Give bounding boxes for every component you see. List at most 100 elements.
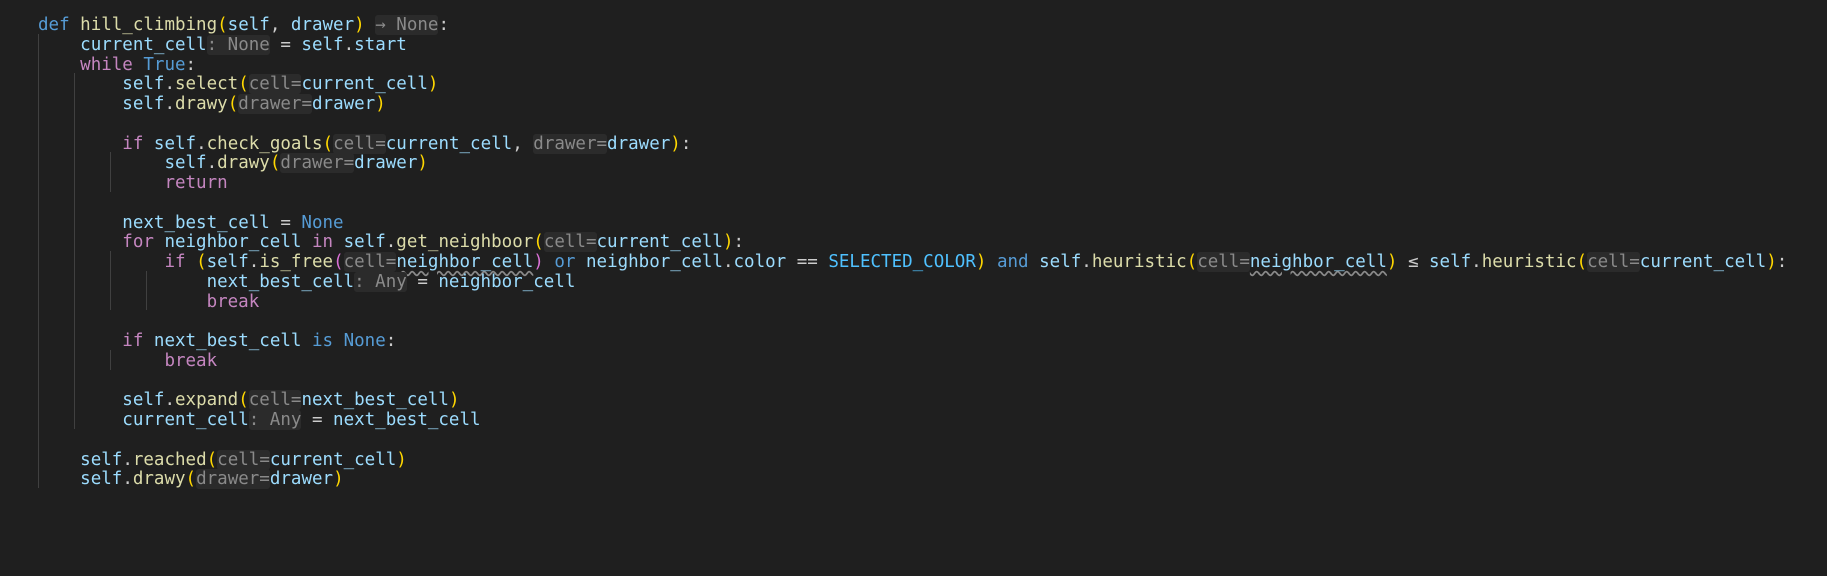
token-fn: check_goals (206, 133, 323, 154)
token-var: next_best_cell (301, 390, 449, 411)
token-var: current_cell (596, 232, 723, 253)
token-p1: ( (238, 390, 249, 411)
token-txt: . (122, 469, 133, 490)
token-p1: ) (333, 469, 344, 490)
token-txt: = (406, 271, 439, 292)
code-line[interactable]: self.drawy(drawer=drawer) (38, 93, 386, 116)
token-p1: ) (427, 74, 439, 95)
token-var: self (80, 469, 123, 490)
code-line[interactable]: return (38, 172, 228, 195)
token-hint: drawer= (238, 94, 312, 114)
token-var: drawer (354, 153, 418, 174)
token-fn: drawy (175, 94, 228, 114)
token-var: start (354, 34, 407, 55)
token-var: self (206, 252, 249, 272)
token-var: self (122, 390, 165, 411)
token-var: current_cell (269, 449, 397, 470)
token-p1: ( (238, 74, 249, 95)
token-fn: is_free (259, 252, 334, 272)
token-txt: : (1776, 252, 1788, 272)
token-p1: ( (206, 449, 218, 470)
token-var: neighbor_cell (586, 252, 723, 272)
token-fn: get_neighboor (396, 232, 534, 253)
token-ctl: in (311, 232, 334, 253)
token-con: SELECTED_COLOR (828, 252, 976, 272)
token-kw: None (301, 212, 344, 233)
token-p1: ( (322, 133, 334, 154)
token-var: self (80, 449, 123, 470)
token-p1: ) (375, 94, 386, 114)
token-kw: or (554, 252, 576, 272)
token-p1: ) (354, 15, 365, 35)
token-txt: . (164, 390, 175, 411)
token-ctl: if (122, 133, 144, 154)
token-txt: . (385, 232, 397, 253)
token-txt: . (722, 252, 734, 272)
token-hint: cell= (333, 133, 386, 154)
token-fn: expand (175, 390, 239, 411)
token-var: color (733, 252, 787, 272)
token-txt: . (248, 252, 260, 272)
token-p1: ) (670, 133, 681, 154)
token-hint: cell= (343, 252, 397, 272)
token-hint: cell= (248, 390, 302, 411)
token-txt: . (206, 153, 218, 174)
code-editor[interactable]: def hill_climbing(self, drawer) → None: … (0, 0, 1827, 576)
token-fn: select (175, 74, 239, 95)
token-var: current_cell (385, 133, 513, 154)
token-hint: cell= (543, 232, 597, 253)
token-var: next_best_cell (153, 331, 302, 351)
token-var: current_cell (122, 410, 249, 430)
code-line[interactable]: current_cell: Any = next_best_cell (38, 409, 481, 432)
token-txt: == (786, 252, 829, 272)
token-hint: cell= (1197, 252, 1250, 272)
token-p1: ( (217, 15, 228, 35)
code-line[interactable]: break (38, 291, 260, 314)
token-ctl: if (122, 331, 144, 351)
token-var: self (122, 94, 165, 114)
token-p1: ( (1186, 252, 1198, 272)
token-ctl: return (164, 173, 228, 193)
token-fn: heuristic (1481, 252, 1577, 272)
token-txt: , (269, 15, 291, 35)
token-var: self (1429, 252, 1472, 272)
token-var: neighbor_cell (164, 232, 302, 253)
token-p1: ( (269, 153, 281, 174)
token-var: self (122, 74, 165, 95)
token-p1: ( (1576, 252, 1588, 272)
token-p1: ( (533, 232, 544, 253)
token-txt: . (1471, 252, 1482, 272)
token-p1: ( (196, 252, 207, 272)
token-var: neighbor_cell (438, 271, 576, 292)
token-txt: ≤ (1397, 252, 1430, 272)
token-var: next_best_cell (333, 410, 481, 430)
token-var: neighbor_cell (396, 252, 534, 272)
token-p2: ) (533, 252, 544, 272)
code-line[interactable]: break (38, 350, 217, 373)
code-line[interactable]: self.drawy(drawer=drawer) (38, 468, 344, 491)
token-kw: and (996, 252, 1029, 272)
token-kw: None (343, 331, 386, 351)
token-hint: cell= (217, 449, 270, 470)
token-hint: cell= (248, 74, 302, 95)
token-txt: : (680, 133, 692, 154)
